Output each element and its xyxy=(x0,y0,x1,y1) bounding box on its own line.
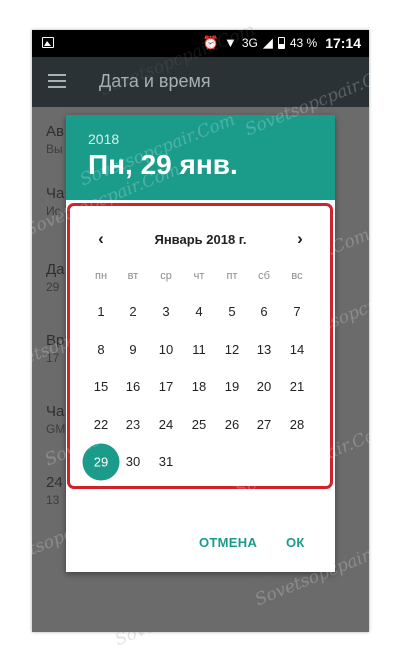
settings-row-subtitle: Вы xyxy=(46,142,63,156)
clock: 17:14 xyxy=(325,35,361,51)
settings-row-title: Да xyxy=(46,261,65,278)
wifi-icon: ▼ xyxy=(223,35,237,50)
settings-row[interactable]: Ча Ис xyxy=(46,185,64,218)
settings-row-title: Ча xyxy=(46,185,65,202)
selected-date[interactable]: Пн, 29 янв. xyxy=(88,149,238,181)
settings-row-subtitle: 13 xyxy=(46,493,60,507)
settings-row-subtitle: Ис xyxy=(46,204,61,218)
alarm-icon: ⏰ xyxy=(202,35,219,50)
settings-row-title: 24 xyxy=(46,474,63,491)
dialog-header: 2018 Пн, 29 янв. xyxy=(66,115,335,200)
settings-row[interactable]: Да 29 xyxy=(46,261,65,294)
settings-row[interactable]: Ав Вы xyxy=(46,123,64,156)
settings-row[interactable]: 24 13 xyxy=(46,474,63,507)
settings-row-subtitle: GM xyxy=(46,422,66,436)
settings-row[interactable]: Вр 17 xyxy=(46,332,64,365)
settings-row-title: Ча xyxy=(46,403,65,420)
settings-row-title: Вр xyxy=(46,332,65,349)
image-notification-icon xyxy=(42,37,54,48)
settings-row-title: Ав xyxy=(46,123,64,140)
cancel-button[interactable]: ОТМЕНА xyxy=(199,535,257,550)
network-type: 3G xyxy=(241,36,258,50)
settings-row-subtitle: 29 xyxy=(46,280,60,294)
highlight-frame xyxy=(67,203,333,489)
app-bar: Дата и время xyxy=(32,57,369,107)
page-title: Дата и время xyxy=(99,71,211,91)
ok-button[interactable]: ОК xyxy=(286,535,305,550)
battery-icon xyxy=(277,37,285,49)
menu-icon[interactable] xyxy=(48,74,66,88)
selected-year[interactable]: 2018 xyxy=(88,131,119,147)
settings-row[interactable]: Ча GM xyxy=(46,403,65,436)
status-bar: ⏰ ▼ 3G ◢ 43 % 17:14 xyxy=(32,30,369,57)
battery-percent: 43 % xyxy=(289,36,318,50)
signal-icon: ◢ xyxy=(262,35,273,50)
settings-row-subtitle: 17 xyxy=(46,351,60,365)
dialog-actions: ОТМЕНА ОК xyxy=(66,535,335,559)
